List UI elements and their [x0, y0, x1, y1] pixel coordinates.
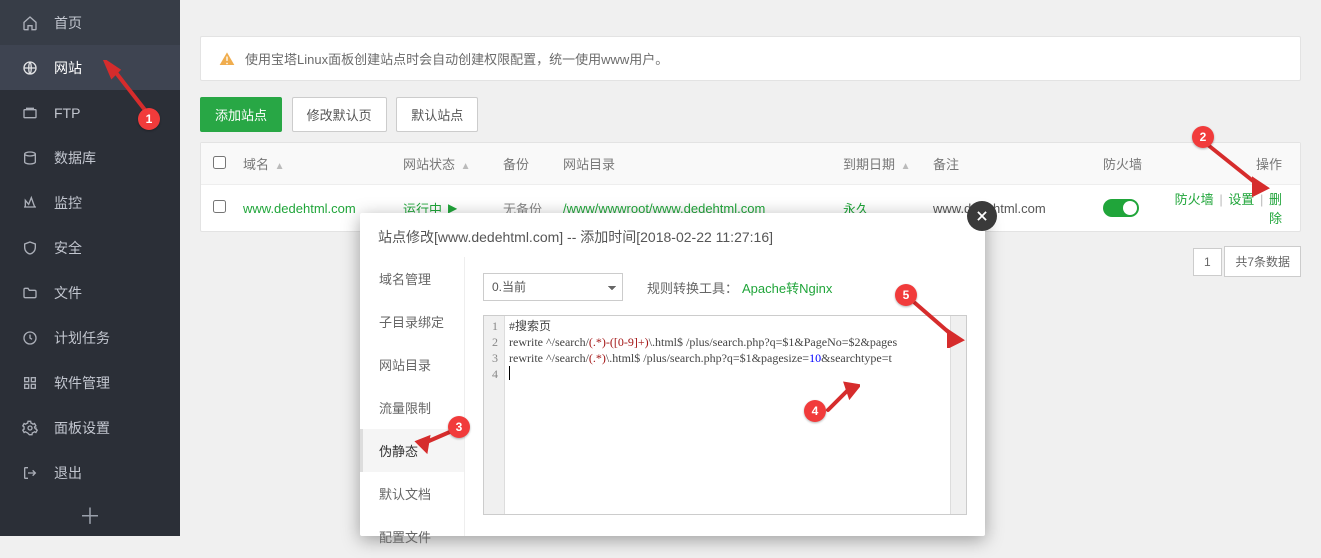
annotation-arrow: [820, 380, 860, 420]
clock-icon: [22, 330, 38, 346]
sidebar-item-label: 安全: [54, 238, 82, 258]
rewrite-rule-select[interactable]: 0.当前: [483, 273, 623, 301]
monitor-icon: [22, 195, 38, 211]
editor-code[interactable]: #搜索页 rewrite ^/search/(.*)-([0-9]+)\.htm…: [505, 316, 950, 514]
sidebar-item-label: 网站: [54, 58, 82, 78]
modal-title: 站点修改[www.dedehtml.com] -- 添加时间[2018-02-2…: [360, 213, 985, 257]
header-expire[interactable]: 到期日期 ▲: [843, 154, 933, 173]
sidebar-item-label: 退出: [54, 463, 82, 483]
table-header: 域名 ▲ 网站状态 ▲ 备份 网站目录 到期日期 ▲ 备注 防火墙 操作: [201, 143, 1300, 185]
edit-default-page-button[interactable]: 修改默认页: [292, 97, 387, 132]
firewall-toggle[interactable]: [1103, 199, 1139, 217]
page-number[interactable]: 1: [1193, 248, 1222, 276]
home-icon: [22, 15, 38, 31]
add-site-button[interactable]: 添加站点: [200, 97, 282, 132]
folder-icon: [22, 285, 38, 301]
tab-domain[interactable]: 域名管理: [360, 257, 464, 300]
tab-config[interactable]: 配置文件: [360, 515, 464, 558]
sidebar-item-label: 数据库: [54, 148, 96, 168]
sidebar-item-home[interactable]: 首页: [0, 0, 180, 45]
notice-bar: 使用宝塔Linux面板创建站点时会自动创建权限配置，统一使用www用户。: [200, 36, 1301, 81]
editor-cursor: [509, 366, 510, 380]
header-domain[interactable]: 域名 ▲: [243, 154, 403, 173]
callout-5: 5: [895, 284, 917, 306]
close-icon: [975, 209, 989, 223]
sidebar-item-label: FTP: [54, 105, 80, 121]
tab-subdir[interactable]: 子目录绑定: [360, 300, 464, 343]
database-icon: [22, 150, 38, 166]
sort-icon: ▲: [901, 161, 911, 172]
header-firewall: 防火墙: [1103, 154, 1163, 173]
callout-3: 3: [448, 416, 470, 438]
sidebar-item-label: 计划任务: [54, 328, 110, 348]
sidebar-item-files[interactable]: 文件: [0, 270, 180, 315]
header-status[interactable]: 网站状态 ▲: [403, 154, 503, 173]
sidebar-item-label: 面板设置: [54, 418, 110, 438]
sidebar-add-button[interactable]: ＋: [0, 499, 180, 531]
apache-to-nginx-link[interactable]: Apache转Nginx: [742, 278, 832, 297]
header-remark: 备注: [933, 154, 1103, 173]
callout-2: 2: [1192, 126, 1214, 148]
sidebar-item-label: 软件管理: [54, 373, 110, 393]
sidebar-item-label: 文件: [54, 283, 82, 303]
sidebar-item-security[interactable]: 安全: [0, 225, 180, 270]
row-checkbox[interactable]: [213, 200, 226, 213]
sort-icon: ▲: [275, 161, 285, 172]
annotation-arrow: [905, 298, 965, 348]
sort-icon: ▲: [461, 161, 471, 172]
site-edit-modal: 站点修改[www.dedehtml.com] -- 添加时间[2018-02-2…: [360, 213, 985, 536]
default-site-button[interactable]: 默认站点: [396, 97, 478, 132]
warning-icon: [219, 51, 235, 67]
header-dir: 网站目录: [563, 154, 843, 173]
sidebar-item-label: 首页: [54, 13, 82, 33]
apps-icon: [22, 375, 38, 391]
sidebar-item-database[interactable]: 数据库: [0, 135, 180, 180]
modal-tabs: 域名管理 子目录绑定 网站目录 流量限制 伪静态 默认文档 配置文件: [360, 257, 465, 536]
select-all-checkbox[interactable]: [213, 156, 226, 169]
sidebar-item-settings[interactable]: 面板设置: [0, 405, 180, 450]
annotation-arrow: [1198, 140, 1278, 200]
ftp-icon: [22, 105, 38, 121]
rule-convert-label: 规则转换工具：: [647, 278, 738, 297]
shield-icon: [22, 240, 38, 256]
notice-text: 使用宝塔Linux面板创建站点时会自动创建权限配置，统一使用www用户。: [245, 49, 668, 68]
toolbar: 添加站点 修改默认页 默认站点: [200, 97, 1301, 132]
logout-icon: [22, 465, 38, 481]
sidebar-item-cron[interactable]: 计划任务: [0, 315, 180, 360]
callout-1: 1: [138, 108, 160, 130]
tab-defaultdoc[interactable]: 默认文档: [360, 472, 464, 515]
callout-4: 4: [804, 400, 826, 422]
sidebar-item-monitor[interactable]: 监控: [0, 180, 180, 225]
sidebar-item-software[interactable]: 软件管理: [0, 360, 180, 405]
gear-icon: [22, 420, 38, 436]
modal-close-button[interactable]: [967, 201, 997, 231]
site-domain-link[interactable]: www.dedehtml.com: [243, 201, 356, 216]
globe-icon: [22, 60, 38, 76]
sidebar-item-label: 监控: [54, 193, 82, 213]
rewrite-editor[interactable]: 1 2 3 4 #搜索页 rewrite ^/search/(.*)-([0-9…: [483, 315, 967, 515]
sidebar-item-logout[interactable]: 退出: [0, 450, 180, 495]
tab-sitedir[interactable]: 网站目录: [360, 343, 464, 386]
page-info: 共7条数据: [1224, 246, 1301, 277]
header-backup: 备份: [503, 154, 563, 173]
editor-gutter: 1 2 3 4: [484, 316, 505, 514]
